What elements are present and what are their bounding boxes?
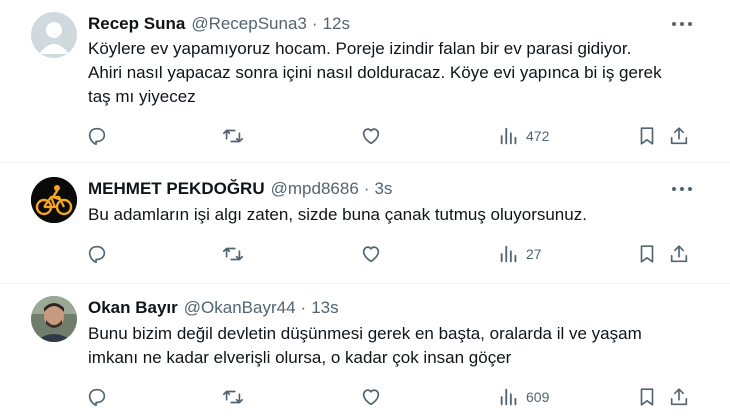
share-icon (670, 127, 688, 145)
display-name[interactable]: Recep Suna (88, 14, 185, 34)
user-handle[interactable]: @mpd8686 (271, 179, 359, 199)
share-icon (670, 388, 688, 406)
bookmark-button[interactable] (636, 122, 658, 150)
views-button[interactable]: 472 (498, 122, 549, 150)
tweet-text-line: imkanı ne kadar elverişli olursa, o kada… (88, 348, 512, 367)
reply-icon (88, 388, 106, 407)
retweet-icon (223, 247, 243, 261)
tweet-text: Bu adamların işi algı zaten, sizde buna … (88, 203, 698, 227)
display-name[interactable]: MEHMET PEKDOĞRU (88, 179, 265, 199)
separator: · (363, 179, 370, 198)
avatar[interactable] (31, 296, 77, 342)
retweet-button[interactable] (222, 240, 244, 268)
bookmark-button[interactable] (636, 383, 658, 411)
views-icon (500, 388, 517, 406)
like-icon (362, 389, 380, 406)
divider (0, 162, 730, 163)
reply-button[interactable] (86, 122, 108, 150)
retweet-icon (223, 129, 243, 143)
more-icon[interactable] (672, 181, 692, 197)
display-name[interactable]: Okan Bayır (88, 298, 178, 318)
separator: · (300, 298, 307, 317)
tweet-text-line: Bunu bizim değil devletin düşünmesi gere… (88, 324, 642, 343)
photo-avatar-icon (31, 296, 77, 342)
reply-icon (88, 245, 106, 264)
separator: · (311, 14, 318, 33)
views-icon (500, 127, 517, 145)
tweet-actions: 472 (80, 122, 700, 150)
tweet-actions: 609 (80, 383, 700, 411)
like-icon (362, 246, 380, 263)
views-count: 27 (526, 246, 542, 262)
tweet-header: Recep Suna @RecepSuna3 · 12s (88, 12, 350, 36)
tweet-actions: 27 (80, 240, 700, 268)
share-icon (670, 245, 688, 263)
tweet-header: MEHMET PEKDOĞRU @mpd8686 · 3s (88, 177, 392, 201)
views-count: 472 (526, 128, 550, 144)
avatar[interactable] (31, 177, 77, 223)
tweet-text: Bunu bizim değil devletin düşünmesi gere… (88, 322, 698, 370)
divider (0, 283, 730, 284)
views-button[interactable]: 27 (498, 240, 542, 268)
tweet-text: Köylere ev yapamıyoruz hocam. Poreje izi… (88, 37, 698, 109)
share-button[interactable] (668, 122, 690, 150)
tweet-text-line: Ahiri nasıl yapacaz sonra içini nasıl do… (88, 63, 662, 82)
bookmark-icon (640, 245, 654, 263)
tweet-text-line: Köylere ev yapamıyoruz hocam. Poreje izi… (88, 39, 632, 58)
tweet-text-line: taş mı yiyecez (88, 87, 196, 106)
like-button[interactable] (360, 383, 382, 411)
bookmark-icon (640, 127, 654, 145)
tweet[interactable]: Okan Bayır @OkanBayr44 · 13s Bunu bizim … (0, 296, 730, 420)
share-button[interactable] (668, 383, 690, 411)
timestamp[interactable]: 3s (374, 179, 392, 199)
reply-button[interactable] (86, 383, 108, 411)
bookmark-button[interactable] (636, 240, 658, 268)
retweet-button[interactable] (222, 122, 244, 150)
user-handle[interactable]: @OkanBayr44 (184, 298, 296, 318)
retweet-icon (223, 390, 243, 404)
retweet-button[interactable] (222, 383, 244, 411)
cyclist-logo-avatar-icon (31, 177, 77, 223)
tweet-text-line: Bu adamların işi algı zaten, sizde buna … (88, 205, 587, 224)
tweet[interactable]: Recep Suna @RecepSuna3 · 12s Köylere ev … (0, 12, 730, 162)
like-button[interactable] (360, 122, 382, 150)
tweet[interactable]: MEHMET PEKDOĞRU @mpd8686 · 3s Bu adamlar… (0, 177, 730, 287)
user-handle[interactable]: @RecepSuna3 (191, 14, 307, 34)
share-button[interactable] (668, 240, 690, 268)
bookmark-icon (640, 388, 654, 406)
tweet-header: Okan Bayır @OkanBayr44 · 13s (88, 296, 339, 320)
reply-icon (88, 127, 106, 146)
views-icon (500, 245, 517, 263)
more-icon[interactable] (672, 16, 692, 32)
views-button[interactable]: 609 (498, 383, 549, 411)
timestamp[interactable]: 13s (311, 298, 338, 318)
views-count: 609 (526, 389, 550, 405)
default-person-avatar-icon (31, 12, 77, 58)
reply-button[interactable] (86, 240, 108, 268)
avatar[interactable] (31, 12, 77, 58)
like-button[interactable] (360, 240, 382, 268)
like-icon (362, 128, 380, 145)
timestamp[interactable]: 12s (323, 14, 350, 34)
